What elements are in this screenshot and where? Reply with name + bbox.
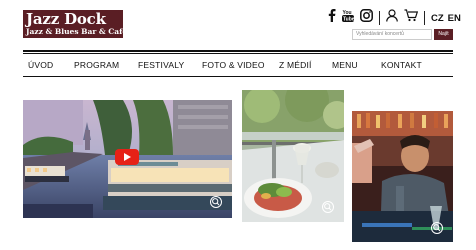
river-photo: [23, 100, 232, 218]
page: Jazz Dock Jazz & Blues Bar & Café You Tub…: [0, 0, 476, 250]
bartender-tile[interactable]: [352, 111, 453, 242]
nav-border-top: [23, 50, 453, 52]
site-logo[interactable]: Jazz Dock Jazz & Blues Bar & Café: [23, 10, 127, 38]
nav-item-festivaly[interactable]: FESTIVALY: [138, 60, 184, 70]
nav-item-menu[interactable]: MENU: [332, 60, 358, 70]
lang-cz-link[interactable]: CZ: [431, 13, 444, 24]
logo-subtitle: Jazz & Blues Bar & Café: [26, 27, 128, 36]
search-input[interactable]: Vyhledávání koncertů: [352, 29, 432, 40]
divider: [424, 11, 425, 25]
instagram-icon[interactable]: [360, 9, 373, 27]
svg-text:Tube: Tube: [343, 17, 354, 23]
main-nav: ÚVOD PROGRAM FESTIVALY FOTO & VIDEO Z MÉ…: [23, 54, 453, 76]
logo-title: Jazz Dock: [26, 10, 106, 28]
lang-en-link[interactable]: EN: [448, 13, 461, 24]
nav-border-bottom: [23, 76, 453, 77]
facebook-icon[interactable]: [328, 9, 336, 27]
food-terrace-tile[interactable]: [242, 90, 344, 222]
cart-icon[interactable]: [404, 9, 419, 27]
user-icon[interactable]: [386, 9, 398, 27]
zoom-icon[interactable]: [210, 196, 222, 208]
header-icons: You Tube CZ EN: [328, 9, 465, 27]
river-video-tile[interactable]: [23, 100, 232, 218]
search-button[interactable]: Najít: [434, 29, 453, 40]
youtube-icon[interactable]: You Tube: [342, 9, 355, 27]
nav-item-uvod[interactable]: ÚVOD: [28, 60, 53, 70]
zoom-icon[interactable]: [322, 201, 334, 213]
nav-item-kontakt[interactable]: KONTAKT: [381, 60, 422, 70]
nav-item-foto-video[interactable]: FOTO & VIDEO: [202, 60, 265, 70]
zoom-icon[interactable]: [431, 222, 443, 234]
divider: [379, 11, 380, 25]
nav-item-z-medii[interactable]: Z MÉDIÍ: [279, 60, 312, 70]
nav-item-program[interactable]: PROGRAM: [74, 60, 119, 70]
